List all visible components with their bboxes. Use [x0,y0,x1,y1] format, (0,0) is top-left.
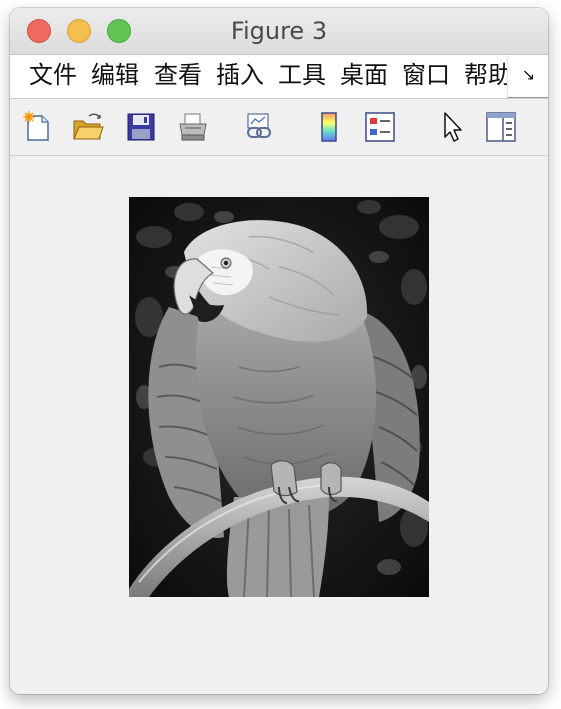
link-plot-button[interactable] [241,108,279,146]
figure-window: Figure 3 文件 编辑 查看 插入 工具 桌面 窗口 帮助 ↘ [10,8,548,694]
new-figure-button[interactable] [18,108,56,146]
open-file-icon [73,113,104,140]
menu-edit[interactable]: 编辑 [91,59,139,91]
property-inspector-button[interactable] [482,108,520,146]
insert-legend-icon [365,112,395,142]
new-figure-icon [23,111,49,141]
link-plot-icon [247,113,271,138]
menu-help[interactable]: 帮助 [464,59,512,91]
open-file-button[interactable] [69,108,107,146]
save-figure-button[interactable] [122,108,160,146]
menu-bar: 文件 编辑 查看 插入 工具 桌面 窗口 帮助 ↘ [10,55,548,99]
edit-plot-button[interactable] [432,108,470,146]
menu-file[interactable]: 文件 [29,59,77,91]
edit-plot-icon [444,112,462,142]
parrot-image[interactable] [129,197,429,597]
menu-desktop[interactable]: 桌面 [340,59,388,91]
figure-toolbar [10,99,548,156]
menu-window[interactable]: 窗口 [402,59,450,91]
insert-colorbar-icon [321,112,337,142]
parrot-photo-drawing [129,197,429,597]
print-figure-icon [179,113,207,141]
property-inspector-icon [486,112,516,142]
title-bar[interactable]: Figure 3 [10,8,548,55]
window-title: Figure 3 [230,17,328,45]
insert-colorbar-button[interactable] [310,108,348,146]
insert-legend-button[interactable] [361,108,399,146]
print-figure-button[interactable] [174,108,212,146]
figure-canvas [10,156,548,694]
menu-tools[interactable]: 工具 [278,59,326,91]
menu-overflow-button[interactable]: ↘ [507,55,548,98]
save-figure-icon [127,113,155,141]
menu-view[interactable]: 查看 [154,59,202,91]
menu-insert[interactable]: 插入 [216,59,264,91]
